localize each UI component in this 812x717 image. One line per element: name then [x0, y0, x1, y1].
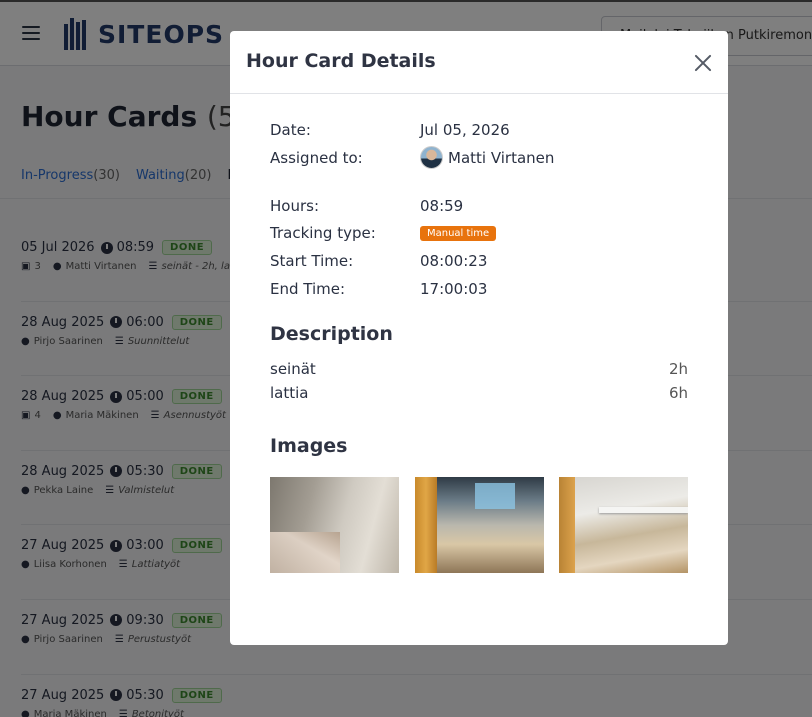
end-time-value: 17:00:03	[420, 280, 488, 298]
image-thumbnail[interactable]	[559, 477, 688, 573]
description-hours: 2h	[668, 360, 688, 378]
date-value: Jul 05, 2026	[420, 121, 510, 139]
description-hours: 6h	[668, 384, 688, 402]
date-label: Date:	[270, 121, 311, 139]
start-time-value: 08:00:23	[420, 252, 488, 270]
avatar	[420, 146, 443, 169]
end-time-label: End Time:	[270, 280, 346, 298]
hours-label: Hours:	[270, 197, 319, 215]
assigned-value: Matti Virtanen	[420, 146, 554, 169]
tracking-type-badge: Manual time	[420, 226, 497, 241]
hours-value: 08:59	[420, 197, 464, 215]
image-thumbnail[interactable]	[415, 477, 544, 573]
description-task: lattia	[270, 384, 309, 402]
assigned-label: Assigned to:	[270, 149, 363, 167]
close-icon[interactable]	[692, 52, 714, 74]
images-heading: Images	[270, 435, 348, 457]
description-item: seinät 2h	[270, 360, 688, 378]
description-item: lattia 6h	[270, 384, 688, 402]
description-task: seinät	[270, 360, 316, 378]
image-thumbnail[interactable]	[270, 477, 399, 573]
assigned-name: Matti Virtanen	[448, 148, 555, 167]
dialog-title: Hour Card Details	[246, 50, 436, 72]
tracking-type-label: Tracking type:	[270, 224, 376, 242]
start-time-label: Start Time:	[270, 252, 354, 270]
description-heading: Description	[270, 323, 393, 345]
dialog-header: Hour Card Details	[230, 31, 728, 94]
hour-card-details-dialog: Hour Card Details Date: Jul 05, 2026 Ass…	[230, 31, 728, 645]
tracking-type-value: Manual time	[420, 226, 497, 241]
